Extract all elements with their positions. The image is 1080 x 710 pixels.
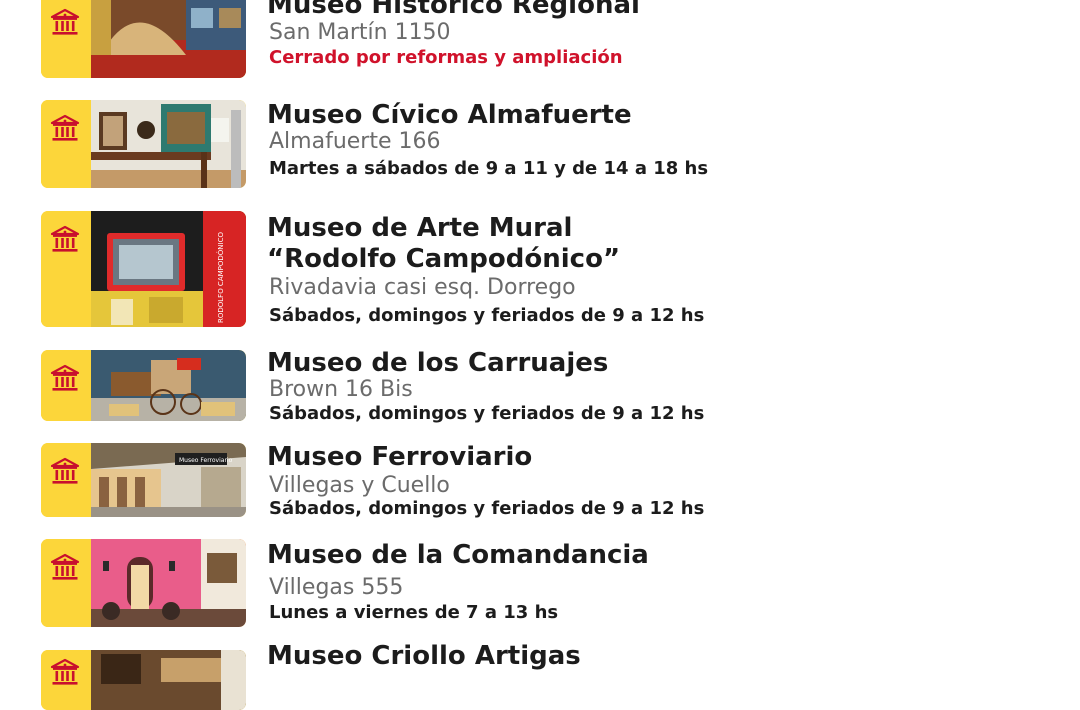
museum-entry-ferroviario[interactable]: Museo Ferroviario Museo Ferroviario Vill… [41,442,841,519]
museum-title: Museo Criollo Artigas [267,641,581,671]
museum-building-icon [49,455,81,487]
museum-hours: Martes a sábados de 9 a 11 y de 14 a 18 … [269,158,709,179]
icon-badge [41,443,91,517]
museum-title: Museo Histórico Regional [267,0,640,20]
photo-sign-text: RODOLFO CAMPODÓNICO [216,232,225,323]
museum-hours: Lunes a viernes de 7 a 13 hs [269,602,559,623]
museum-card: Museo Ferroviario [41,443,246,517]
museum-card: RODOLFO CAMPODÓNICO [41,211,246,327]
museum-title: Museo de la Comandancia [267,540,649,570]
museum-title-line1: Museo de Arte Mural [267,213,573,243]
museum-title-line2: “Rodolfo Campodónico” [267,244,621,274]
museum-address: Brown 16 Bis [269,377,413,402]
museum-card [41,650,246,710]
icon-badge [41,350,91,421]
museum-hours-status: Cerrado por reformas y ampliación [269,47,623,68]
museum-photo [91,350,246,421]
museum-building-icon [49,112,81,144]
museum-entry-historico-regional[interactable]: Museo Histórico Regional San Martín 1150… [41,0,841,84]
museum-hours: Sábados, domingos y feriados de 9 a 12 h… [269,305,705,326]
museum-card [41,100,246,188]
museum-address: Almafuerte 166 [269,129,441,154]
museum-address: Villegas 555 [269,575,404,600]
museum-building-icon [49,223,81,255]
museum-card [41,0,246,78]
museum-title: Museo Cívico Almafuerte [267,100,632,130]
museum-building-icon [49,551,81,583]
icon-badge [41,100,91,188]
museum-title: Museo de los Carruajes [267,348,609,378]
museum-photo: Museo Ferroviario [91,443,246,517]
photo-sign-text: Museo Ferroviario [179,457,233,464]
museum-photo [91,0,246,78]
museum-entry-comandancia[interactable]: Museo de la Comandancia Villegas 555 Lun… [41,539,841,629]
museum-photo: RODOLFO CAMPODÓNICO [91,211,246,327]
museum-card [41,539,246,627]
museum-entry-carruajes[interactable]: Museo de los Carruajes Brown 16 Bis Sába… [41,348,841,425]
museum-hours: Sábados, domingos y feriados de 9 a 12 h… [269,498,705,519]
icon-badge [41,539,91,627]
museum-photo [91,650,246,710]
museum-building-icon [49,362,81,394]
museum-entry-civico-almafuerte[interactable]: Museo Cívico Almafuerte Almafuerte 166 M… [41,100,841,190]
museum-address: Villegas y Cuello [269,473,450,498]
icon-badge [41,650,91,710]
museum-hours: Sábados, domingos y feriados de 9 a 12 h… [269,403,705,424]
museum-photo [91,539,246,627]
museum-entry-criollo-artigas[interactable]: Museo Criollo Artigas [41,640,841,710]
icon-badge [41,0,91,78]
museum-title: Museo Ferroviario [267,442,533,472]
museum-address: San Martín 1150 [269,20,451,45]
museum-address: Rivadavia casi esq. Dorrego [269,275,576,300]
museum-entry-arte-mural[interactable]: RODOLFO CAMPODÓNICO Museo de Arte Mural … [41,211,841,329]
museum-card [41,350,246,421]
museum-building-icon [49,6,81,38]
museum-building-icon [49,656,81,688]
icon-badge [41,211,91,327]
museum-photo [91,100,246,188]
